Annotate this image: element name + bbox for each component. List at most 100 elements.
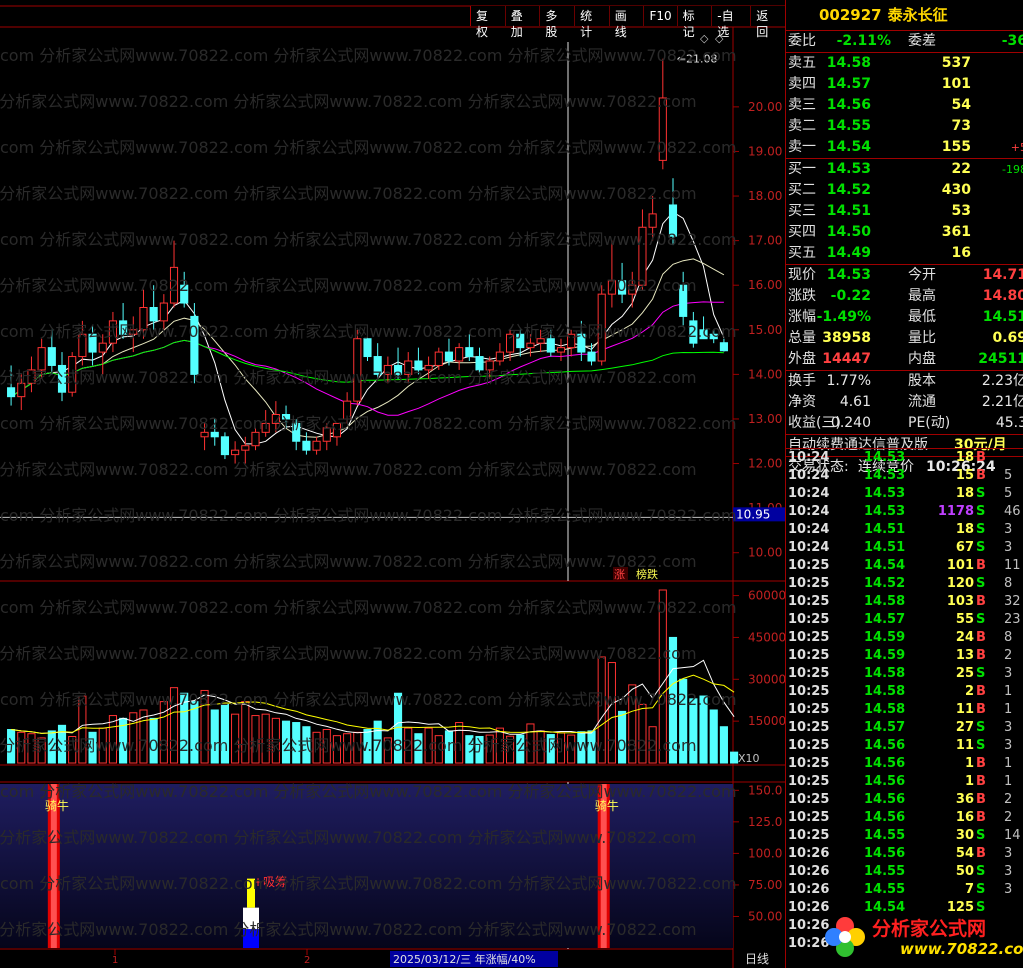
candle-body xyxy=(98,342,107,353)
price-tick-label: 10.00 xyxy=(748,546,782,560)
candle-body xyxy=(628,284,637,295)
tick-volume: 16 xyxy=(955,810,974,825)
fund-label: 净资 xyxy=(788,394,816,410)
toolbar-watchlist-button[interactable]: -自选 xyxy=(711,6,751,39)
quote-label2: 今开 xyxy=(908,267,936,283)
tick-price: 14.58 xyxy=(864,702,906,717)
tick-row[interactable]: 10:24 14.53 18 B xyxy=(786,449,1023,467)
tick-time: 10:24 xyxy=(788,522,830,537)
toolbar-stats-button[interactable]: 统计 xyxy=(574,6,609,39)
volume-bar xyxy=(292,722,301,764)
toolbar-mark-button[interactable]: 标记 xyxy=(676,6,712,39)
bids-row: 买三 14.51 53 xyxy=(786,201,1023,222)
tick-price: 14.55 xyxy=(864,828,906,843)
tick-row[interactable]: 10:25 14.57 27 S 3 xyxy=(786,719,1023,737)
candle-body xyxy=(658,97,667,161)
tick-list[interactable]: 10:24 14.53 18 B 10:24 14.53 15 B 5 10:24 14.53 18 S… xyxy=(786,448,1023,953)
absorb-bar-white xyxy=(243,907,259,930)
bids-row: 买一 14.53 22 -198 xyxy=(786,159,1023,180)
tick-row[interactable]: 10:25 14.56 16 B 2 xyxy=(786,809,1023,827)
tick-row[interactable]: 10:24 14.51 67 S 3 xyxy=(786,539,1023,557)
candle-body xyxy=(597,293,606,362)
ask-book: 卖五 14.58 537 卖四 14.57 101 卖三 14.56 54 卖二 14.55 73 卖一… xyxy=(786,52,1023,158)
volume-bar xyxy=(210,709,219,764)
tick-count: 1 xyxy=(1004,702,1013,717)
tick-row[interactable]: 10:25 14.56 1 B 1 xyxy=(786,773,1023,791)
quote-value2: 14.51 xyxy=(982,309,1023,325)
fund-label2: 股本 xyxy=(908,373,936,389)
tick-row[interactable]: 10:25 14.56 36 B 2 xyxy=(786,791,1023,809)
volume-bar xyxy=(668,636,678,764)
asks-volume: 54 xyxy=(951,97,971,113)
candle-body xyxy=(536,338,545,344)
candle-body xyxy=(68,356,77,393)
volume-bar xyxy=(444,730,454,764)
tick-row[interactable]: 10:24 14.51 18 S 3 xyxy=(786,521,1023,539)
tick-price: 14.53 xyxy=(864,504,906,519)
toolbar-back-button[interactable]: 返回 xyxy=(750,6,785,39)
tick-row[interactable]: 10:24 14.53 15 B 5 xyxy=(786,467,1023,485)
fund-value2: 2.23亿 xyxy=(981,373,1023,389)
volume-bar xyxy=(495,727,504,764)
toolbar-multistock-button[interactable]: 多股 xyxy=(539,6,575,39)
tick-count: 2 xyxy=(1004,792,1013,807)
tick-row[interactable]: 10:25 14.54 101 B 11 xyxy=(786,557,1023,575)
fund-value2: 2.21亿 xyxy=(981,394,1023,410)
tick-time: 10:25 xyxy=(788,792,830,807)
volume-tick-label: 30000 xyxy=(748,672,785,686)
tick-row[interactable]: 10:24 14.53 1178 S 46 xyxy=(786,503,1023,521)
indicator-tick-label: 150.0 xyxy=(748,783,782,797)
tick-volume: 18 xyxy=(955,450,974,465)
toolbar-draw-button[interactable]: 画线 xyxy=(608,6,644,39)
tick-row[interactable]: 10:25 14.59 13 B 2 xyxy=(786,647,1023,665)
toolbar-f10-button[interactable]: F10 xyxy=(643,6,677,26)
tick-row[interactable]: 10:25 14.52 120 S 8 xyxy=(786,575,1023,593)
signal-label: 骑牛 xyxy=(595,798,619,813)
candle-body xyxy=(638,226,647,286)
tick-direction: S xyxy=(976,576,986,591)
tick-row[interactable]: 10:26 14.56 54 B 3 xyxy=(786,845,1023,863)
tick-direction: B xyxy=(976,648,986,663)
quote-value2: 14.71 xyxy=(982,267,1023,283)
tick-row[interactable]: 10:26 14.55 50 S 3 xyxy=(786,863,1023,881)
tick-row[interactable]: 10:25 14.56 1 B 1 xyxy=(786,755,1023,773)
tick-price: 14.53 xyxy=(864,450,906,465)
tick-volume: 24 xyxy=(955,630,974,645)
tick-direction: S xyxy=(976,828,986,843)
tick-direction: S xyxy=(976,612,986,627)
volume-unit-label: X10 xyxy=(738,752,760,765)
candle-body xyxy=(261,422,270,433)
volume-bar xyxy=(648,726,657,764)
kline-chart-svg[interactable]: 20.00 19.00 18.00 17.00 16.00 15.00 14.00 13.00… xyxy=(0,0,785,968)
tick-count: 3 xyxy=(1004,540,1013,555)
tick-row[interactable]: 10:25 14.58 2 B 1 xyxy=(786,683,1023,701)
tick-row[interactable]: 10:25 14.56 11 S 3 xyxy=(786,737,1023,755)
candle-body xyxy=(679,284,688,317)
chart-toolbar: 复权 叠加 多股 统计 画线 F10 标记 -自选 返回 xyxy=(470,6,785,39)
tick-row[interactable]: 10:25 14.58 25 S 3 xyxy=(786,665,1023,683)
signal-label: 骑牛 xyxy=(45,798,69,813)
tick-count: 3 xyxy=(1004,738,1013,753)
tick-row[interactable]: 10:26 14.55 7 S 3 xyxy=(786,881,1023,899)
tick-row[interactable]: 10:24 14.53 18 S 5 xyxy=(786,485,1023,503)
tick-count: 5 xyxy=(1004,486,1013,501)
stock-name: 泰永长征 xyxy=(887,6,948,24)
asks-price: 14.54 xyxy=(826,139,871,155)
tick-row[interactable]: 10:25 14.57 55 S 23 xyxy=(786,611,1023,629)
candle-body xyxy=(17,382,26,398)
toolbar-overlay-button[interactable]: 叠加 xyxy=(504,6,540,39)
tick-row[interactable]: 10:25 14.58 11 B 1 xyxy=(786,701,1023,719)
volume-bar xyxy=(27,733,36,764)
tick-row[interactable]: 10:25 14.55 30 S 14 xyxy=(786,827,1023,845)
asks-volume: 537 xyxy=(941,55,971,71)
tick-row[interactable]: 10:25 14.59 24 B 8 xyxy=(786,629,1023,647)
bids-volume: 22 xyxy=(951,161,971,177)
tick-row[interactable]: 10:25 14.58 103 B 32 xyxy=(786,593,1023,611)
tick-price: 14.59 xyxy=(864,630,906,645)
chart-area[interactable]: 20.00 19.00 18.00 17.00 16.00 15.00 14.00 13.00… xyxy=(0,0,785,968)
candle-body xyxy=(27,369,36,384)
toolbar-fuquan-button[interactable]: 复权 xyxy=(470,6,505,39)
tick-direction: S xyxy=(976,540,986,555)
volume-bar xyxy=(37,737,46,764)
tick-direction: S xyxy=(976,720,986,735)
